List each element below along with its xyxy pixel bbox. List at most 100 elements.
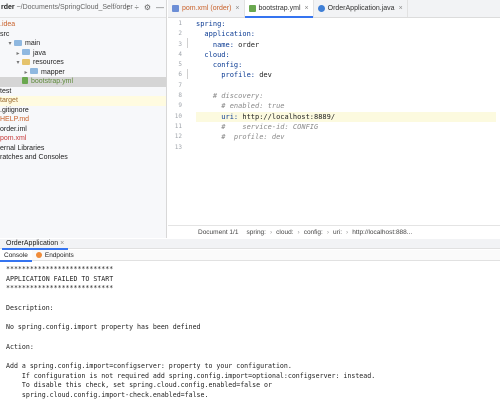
line-number: 5 <box>178 61 182 69</box>
code-line: name: order <box>196 40 496 50</box>
tab-endpoints[interactable]: Endpoints <box>32 250 78 261</box>
close-icon[interactable]: × <box>399 5 403 12</box>
tree-item[interactable]: pom.xml <box>0 134 166 144</box>
editor-tab[interactable]: pom.xml (order) × <box>168 0 245 17</box>
close-icon[interactable]: × <box>305 5 309 12</box>
code-token: # service-id: CONFIG <box>196 122 319 131</box>
code-token: spring: <box>196 20 226 28</box>
code-token: uri: <box>196 112 243 121</box>
line-number: 10 <box>174 112 182 120</box>
code-line: # discovery: <box>196 91 496 101</box>
tree-item-label: HELP.md <box>0 116 30 123</box>
project-root-name: rder <box>1 4 15 11</box>
tree-item-label: .idea <box>0 21 16 28</box>
tree-item[interactable]: test <box>0 87 166 97</box>
code-token: config: <box>196 61 243 70</box>
project-panel: rder ~/Documents/SpringCloud_Self/order … <box>0 0 167 238</box>
breadcrumb: Document 1/1 spring: › cloud: › config: › uri: ›… <box>168 225 500 238</box>
project-tree: .idea src ▾ main ▸ java ▾ resources ▸ mapper boots… <box>0 20 166 163</box>
console-line: APPLICATION FAILED TO START <box>6 274 114 283</box>
console-output[interactable]: *************************** APPLICATION F… <box>0 262 500 404</box>
tree-item-label: target <box>0 97 18 104</box>
editor-tab[interactable]: bootstrap.yml × <box>244 0 314 18</box>
code-line: profile: dev <box>196 70 496 80</box>
code-token: cloud: <box>196 50 230 59</box>
tree-item-label: .gitignore <box>0 106 29 114</box>
hide-icon[interactable]: — <box>156 3 164 13</box>
tab-console-label: Console <box>4 251 28 259</box>
folder-icon <box>22 58 30 65</box>
code-token: order <box>238 40 260 49</box>
collapse-all-icon[interactable]: ↕ <box>125 3 129 13</box>
fold-guide <box>187 38 192 48</box>
close-icon[interactable]: × <box>60 240 64 247</box>
yaml-file-icon <box>22 77 28 84</box>
tree-item-label: mapper <box>41 68 65 76</box>
tree-item[interactable]: ▸ mapper <box>0 68 166 78</box>
editor-tab-label: OrderApplication.java <box>327 5 395 12</box>
tree-item[interactable]: order.iml <box>0 125 166 135</box>
tree-item-label: src <box>0 30 10 38</box>
tree-item[interactable]: target <box>0 96 166 106</box>
code-area[interactable]: spring: application: name: order cloud: … <box>196 19 496 153</box>
editor-panel: pom.xml (order) × bootstrap.yml × OrderAppli… <box>168 0 500 238</box>
tree-item[interactable]: ernal Libraries <box>0 144 166 154</box>
tree-item-label: test <box>0 87 12 95</box>
line-number: 4 <box>178 50 182 58</box>
project-root-label[interactable]: rder ~/Documents/SpringCloud_Self/order <box>1 4 133 11</box>
breadcrumb-item[interactable]: Document 1/1 <box>198 229 238 236</box>
code-line: # profile: dev <box>196 132 496 142</box>
breadcrumb-item[interactable]: http://localhost:888... <box>352 229 412 236</box>
breadcrumb-separator: › <box>297 228 300 236</box>
tree-item[interactable]: .gitignore <box>0 106 166 116</box>
tree-item[interactable]: bootstrap.yml <box>0 77 166 87</box>
code-token: application: <box>196 30 256 39</box>
breadcrumb-item[interactable]: spring: <box>246 229 266 236</box>
console-line: If configuration is not required add spr… <box>6 371 376 380</box>
run-tab[interactable]: OrderApplication × <box>2 239 69 250</box>
console-line: *************************** <box>6 265 114 273</box>
java-class-icon <box>317 5 325 12</box>
breadcrumb-item[interactable]: cloud: <box>276 229 293 236</box>
code-token: dev <box>259 71 272 80</box>
maven-icon <box>172 5 179 12</box>
console-line: *************************** <box>6 284 114 293</box>
code-line: # service-id: CONFIG <box>196 122 496 132</box>
fold-guide <box>187 69 192 79</box>
line-number: 11 <box>174 122 182 130</box>
line-number: 9 <box>178 102 182 110</box>
project-root-path: ~/Documents/SpringCloud_Self/order <box>16 4 133 11</box>
tree-item-label: resources <box>33 59 64 66</box>
breadcrumb-item[interactable]: uri: <box>333 229 342 236</box>
code-line: uri: http://localhost:8889/ <box>196 111 496 122</box>
code-line: spring: <box>196 19 496 29</box>
line-number: 3 <box>178 40 182 48</box>
tab-console[interactable]: Console <box>0 249 32 262</box>
console-line: To disable this check, set spring.cloud.… <box>6 381 272 390</box>
tree-item[interactable]: HELP.md <box>0 115 166 125</box>
run-tab-label: OrderApplication <box>6 240 59 247</box>
code-token: name: <box>196 40 239 49</box>
tab-endpoints-label: Endpoints <box>44 251 74 259</box>
console-line: Description: <box>6 303 54 312</box>
tree-item[interactable]: src <box>0 30 166 40</box>
tree-item[interactable]: ratches and Consoles <box>0 153 166 163</box>
line-number: 6 <box>178 71 182 79</box>
console-line: spring.cloud.config.import-check.enabled… <box>6 391 209 400</box>
tree-item[interactable]: ▾ main <box>0 39 166 49</box>
gear-icon[interactable]: ⚙ <box>144 3 151 13</box>
tree-item[interactable]: ▾ resources <box>0 58 166 68</box>
close-icon[interactable]: × <box>235 5 239 12</box>
line-number: 8 <box>178 92 182 100</box>
breadcrumb-separator: › <box>346 228 349 236</box>
breadcrumb-separator: › <box>326 228 330 236</box>
breadcrumb-separator: › <box>269 228 273 236</box>
breadcrumb-item[interactable]: config: <box>304 229 323 236</box>
tree-item[interactable]: .idea <box>0 20 166 30</box>
line-number: 2 <box>178 30 182 38</box>
expand-icon[interactable]: ÷ <box>134 3 138 13</box>
editor-tabs: pom.xml (order) × bootstrap.yml × OrderAppli… <box>168 0 500 18</box>
editor-tab[interactable]: OrderApplication.java × <box>314 0 408 17</box>
tree-item[interactable]: ▸ java <box>0 49 166 59</box>
